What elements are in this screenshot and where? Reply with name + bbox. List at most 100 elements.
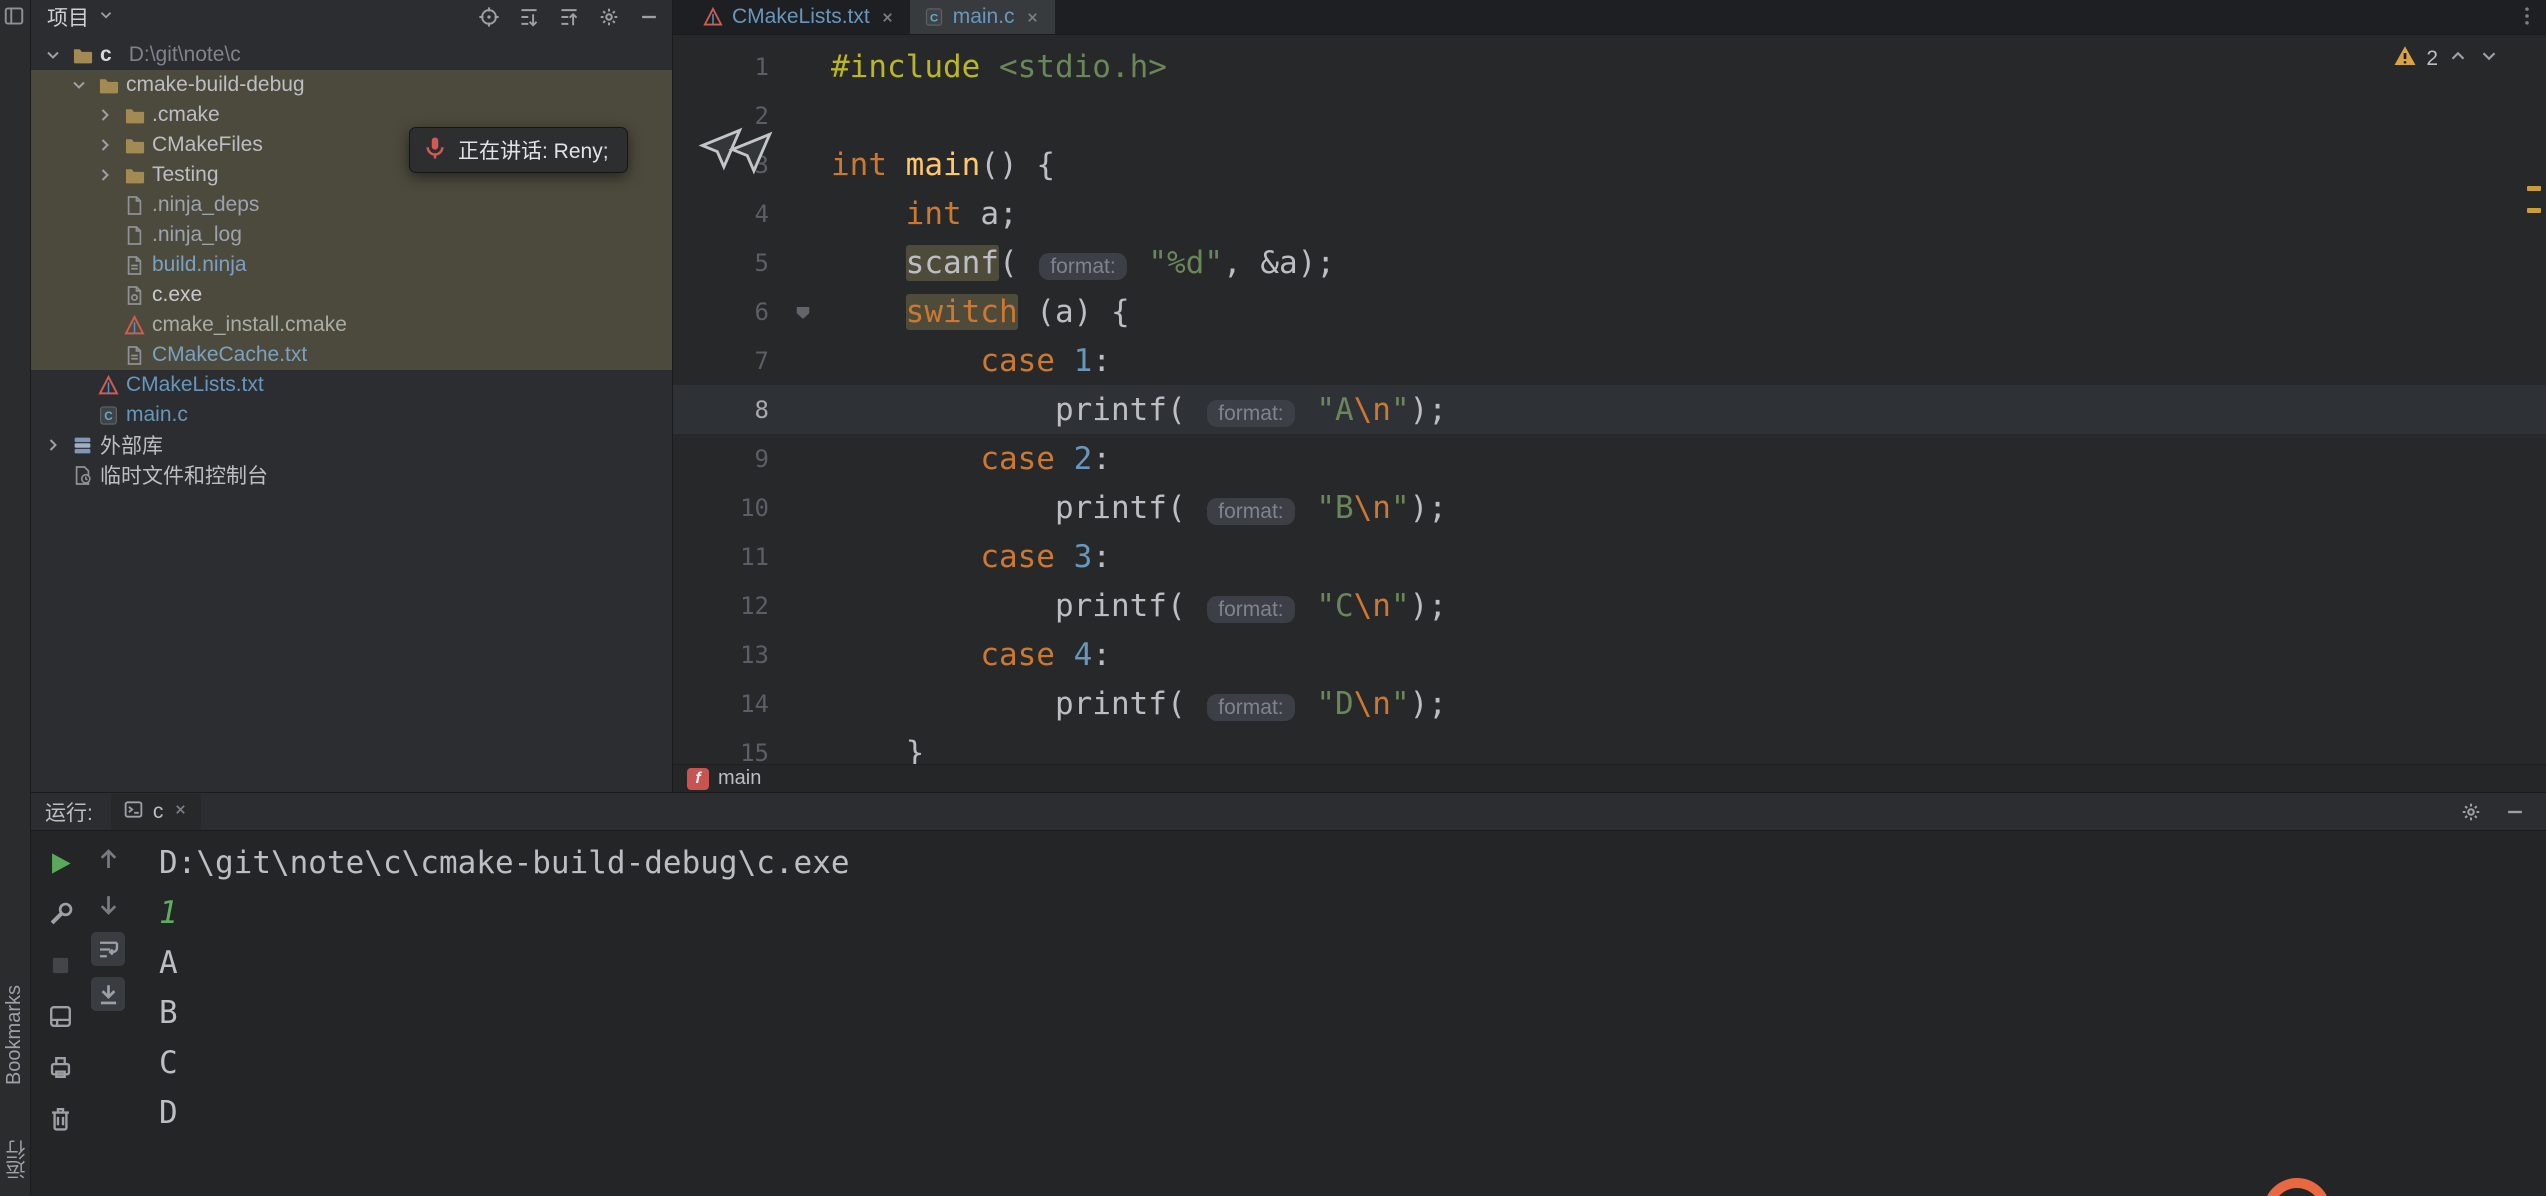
tree-item-.cmake[interactable]: .cmake xyxy=(31,100,672,130)
tree-item-cmake_install.cmake[interactable]: cmake_install.cmake xyxy=(31,310,672,340)
run-tool-arrow-up[interactable] xyxy=(91,842,125,876)
tree-caret-right[interactable] xyxy=(93,105,117,125)
prev-problem-icon[interactable] xyxy=(2447,45,2469,67)
project-action-settings[interactable] xyxy=(598,6,620,28)
tree-item-外部库[interactable]: 外部库 xyxy=(31,430,672,460)
token xyxy=(831,441,980,477)
code-line-5[interactable]: 5 scanf( format: "%d", &a); xyxy=(673,238,2546,287)
tab-close[interactable] xyxy=(879,9,896,26)
tree-caret-down[interactable] xyxy=(41,45,65,65)
code-text: } xyxy=(831,735,924,766)
token xyxy=(831,196,906,232)
token: int xyxy=(831,147,887,183)
token xyxy=(831,294,906,330)
token: 3 xyxy=(1074,539,1093,575)
inspections-widget[interactable]: 2 xyxy=(2393,44,2500,73)
run-tool-rerun[interactable] xyxy=(43,846,77,880)
tree-item-cmakecache.txt[interactable]: CMakeCache.txt xyxy=(31,340,672,370)
run-tool-soft-wrap[interactable] xyxy=(91,932,125,966)
code-line-9[interactable]: 9 case 2: xyxy=(673,434,2546,483)
code-text: case 1: xyxy=(831,343,1111,379)
code-line-14[interactable]: 14 printf( format: "D\n"); xyxy=(673,679,2546,728)
token: ( xyxy=(1167,392,1204,428)
line-number[interactable]: 8 xyxy=(673,396,793,424)
caret-down-icon xyxy=(43,45,63,65)
tab-close[interactable] xyxy=(1024,9,1041,26)
run-tool-wrench[interactable] xyxy=(43,897,77,931)
run-tool-stop[interactable] xyxy=(43,948,77,982)
code-line-11[interactable]: 11 case 3: xyxy=(673,532,2546,581)
project-title[interactable]: 项目 xyxy=(47,2,89,32)
token: " xyxy=(1391,490,1410,526)
project-title-caret-icon[interactable] xyxy=(97,6,115,24)
line-number[interactable]: 6 xyxy=(673,298,793,326)
project-action-locate[interactable] xyxy=(478,6,500,28)
tree-item-c[interactable]: cD:\git\note\c xyxy=(31,40,672,70)
tree-item-build.ninja[interactable]: build.ninja xyxy=(31,250,672,280)
tab-bar-options[interactable] xyxy=(2516,5,2538,32)
run-tool-layout[interactable] xyxy=(43,999,77,1033)
tab-cmakelists.txt[interactable]: CMakeLists.txt xyxy=(689,0,910,34)
code-line-4[interactable]: 4 int a; xyxy=(673,189,2546,238)
tree-caret-down[interactable] xyxy=(67,75,91,95)
tree-caret-right[interactable] xyxy=(41,435,65,455)
tree-item-cmake-build-debug[interactable]: cmake-build-debug xyxy=(31,70,672,100)
project-action-hide[interactable] xyxy=(638,6,660,28)
tree-item-c.exe[interactable]: c.exe xyxy=(31,280,672,310)
line-number[interactable]: 11 xyxy=(673,543,793,571)
token: () { xyxy=(980,147,1055,183)
run-action-settings[interactable] xyxy=(2460,801,2482,823)
line-number[interactable]: 7 xyxy=(673,347,793,375)
line-number[interactable]: 5 xyxy=(673,249,793,277)
code-line-7[interactable]: 7 case 1: xyxy=(673,336,2546,385)
tree-item-临时文件和控制台[interactable]: 临时文件和控制台 xyxy=(31,460,672,490)
line-number[interactable]: 10 xyxy=(673,494,793,522)
run-tool-trash[interactable] xyxy=(43,1101,77,1135)
tree-item-.ninja_log[interactable]: .ninja_log xyxy=(31,220,672,250)
next-problem-icon[interactable] xyxy=(2478,45,2500,67)
tree-item-label: .ninja_log xyxy=(152,223,242,247)
run-tool-printer[interactable] xyxy=(43,1050,77,1084)
fold-marker[interactable] xyxy=(793,302,831,322)
stripe-button-bookmarks[interactable]: Bookmarks xyxy=(3,985,26,1085)
tree-item-.ninja_deps[interactable]: .ninja_deps xyxy=(31,190,672,220)
code-line-3[interactable]: 3int main() { xyxy=(673,140,2546,189)
code-line-10[interactable]: 10 printf( format: "B\n"); xyxy=(673,483,2546,532)
line-number[interactable]: 15 xyxy=(673,739,793,766)
code-line-1[interactable]: 1#include <stdio.h> xyxy=(673,42,2546,91)
project-stripe-icon[interactable] xyxy=(3,5,25,27)
tree-item-main.c[interactable]: Cmain.c xyxy=(31,400,672,430)
line-number[interactable]: 13 xyxy=(673,641,793,669)
line-number[interactable]: 4 xyxy=(673,200,793,228)
tree-item-cmakelists.txt[interactable]: CMakeLists.txt xyxy=(31,370,672,400)
run-console-body: D:\git\note\c\cmake-build-debug\c.exe1AB… xyxy=(31,830,2546,1196)
token: \n xyxy=(1354,490,1391,526)
line-number[interactable]: 9 xyxy=(673,445,793,473)
run-action-hide[interactable] xyxy=(2504,801,2526,823)
token: case xyxy=(980,539,1055,575)
code-line-8[interactable]: 8 printf( format: "A\n"); xyxy=(673,385,2546,434)
code-editor[interactable]: 1#include <stdio.h>23int main() {4 int a… xyxy=(673,34,2546,765)
breadcrumb-item-main[interactable]: main xyxy=(718,767,761,790)
stripe-button-运行[interactable]: 运行 xyxy=(3,1140,32,1180)
run-tool-arrow-down[interactable] xyxy=(91,887,125,921)
tab-main.c[interactable]: Cmain.c xyxy=(910,0,1055,34)
tree-caret-right[interactable] xyxy=(93,165,117,185)
code-line-2[interactable]: 2 xyxy=(673,91,2546,140)
code-line-15[interactable]: 15 } xyxy=(673,728,2546,765)
project-action-collapse-all[interactable] xyxy=(558,6,580,28)
code-line-6[interactable]: 6 switch (a) { xyxy=(673,287,2546,336)
token: " xyxy=(1391,588,1410,624)
line-number[interactable]: 12 xyxy=(673,592,793,620)
run-tab-c[interactable]: c xyxy=(111,794,202,830)
run-tool-scroll-end[interactable] xyxy=(91,977,125,1011)
tree-caret-right[interactable] xyxy=(93,135,117,155)
run-tab-close-icon[interactable] xyxy=(172,801,189,818)
project-action-expand-all[interactable] xyxy=(518,6,540,28)
code-line-13[interactable]: 13 case 4: xyxy=(673,630,2546,679)
code-line-12[interactable]: 12 printf( format: "C\n"); xyxy=(673,581,2546,630)
console-output[interactable]: D:\git\note\c\cmake-build-debug\c.exe1AB… xyxy=(159,838,2546,1196)
token: (a) { xyxy=(1018,294,1130,330)
line-number[interactable]: 1 xyxy=(673,53,793,81)
line-number[interactable]: 14 xyxy=(673,690,793,718)
